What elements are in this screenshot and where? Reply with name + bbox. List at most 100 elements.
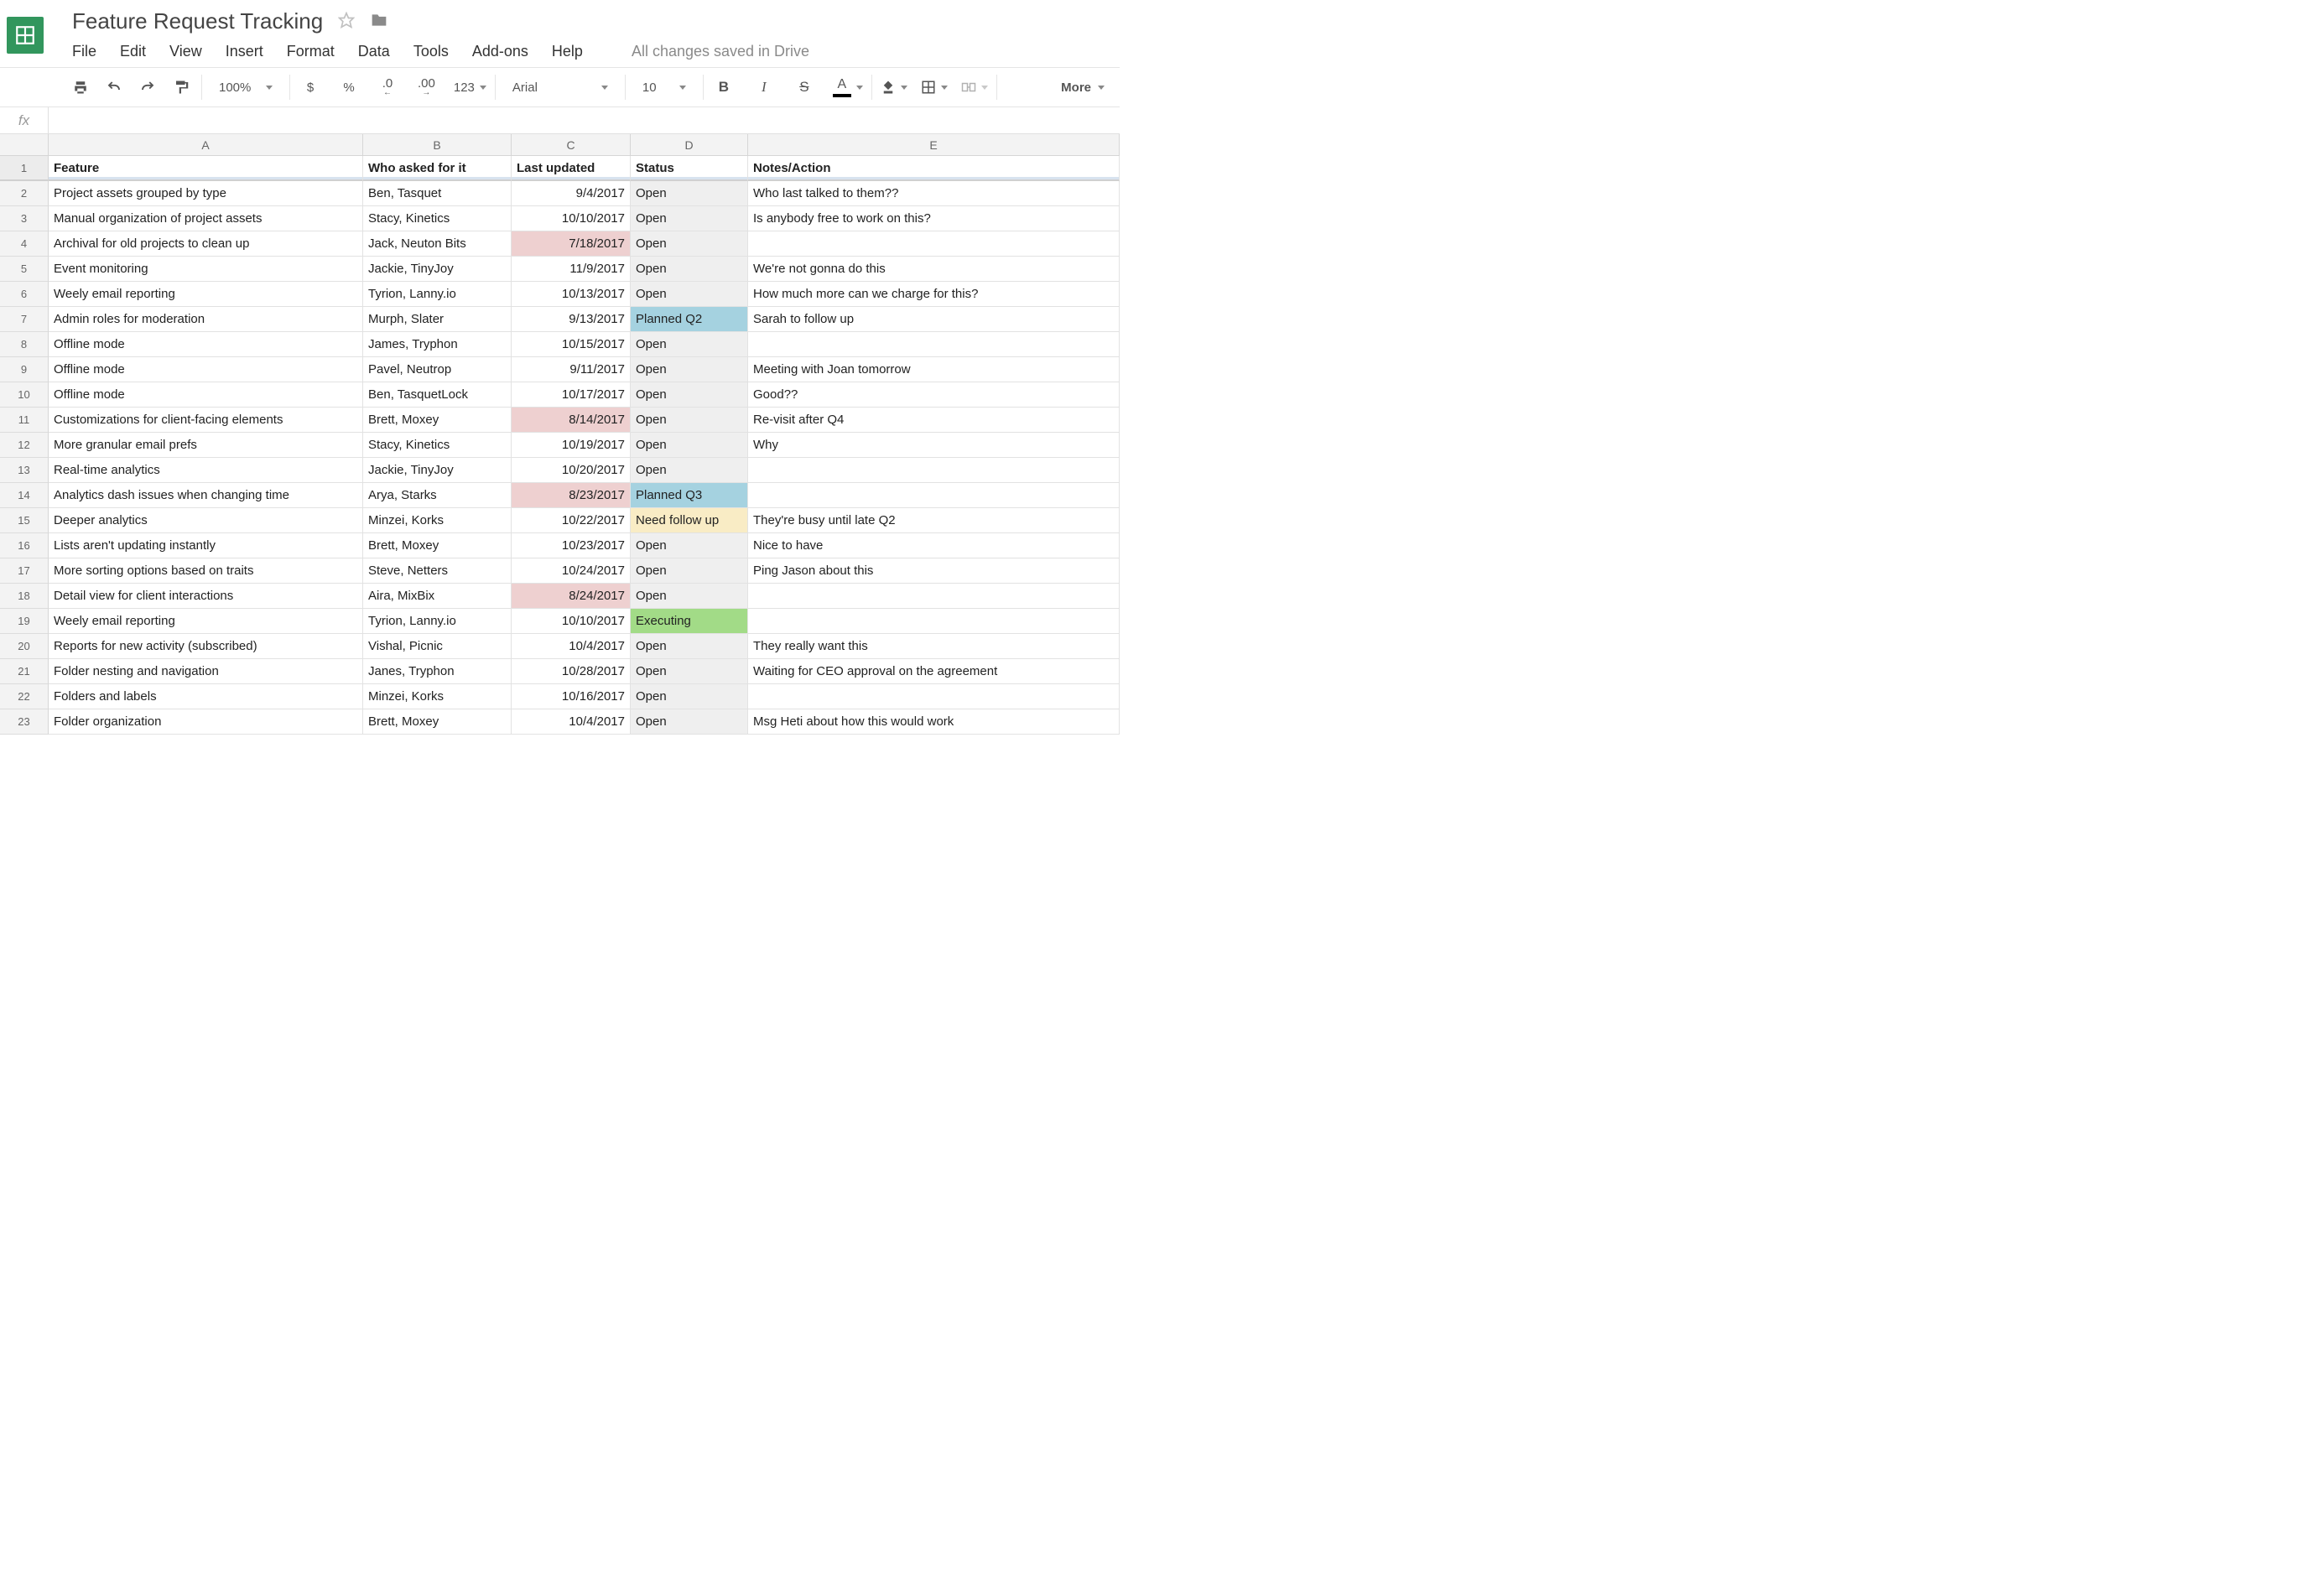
row-header[interactable]: 11 — [0, 408, 49, 433]
row-header[interactable]: 2 — [0, 181, 49, 206]
row-header[interactable]: 23 — [0, 709, 49, 735]
cell[interactable]: Deeper analytics — [49, 508, 363, 533]
row-header[interactable]: 10 — [0, 382, 49, 408]
cell[interactable]: James, Tryphon — [363, 332, 512, 357]
menu-file[interactable]: File — [72, 43, 96, 60]
cell[interactable]: Folder organization — [49, 709, 363, 735]
cell[interactable]: Msg Heti about how this would work — [748, 709, 1120, 735]
col-header-a[interactable]: A — [49, 134, 363, 156]
select-all-corner[interactable] — [0, 134, 49, 156]
cell[interactable] — [748, 332, 1120, 357]
cell[interactable]: Sarah to follow up — [748, 307, 1120, 332]
cell[interactable]: Nice to have — [748, 533, 1120, 558]
sheets-logo[interactable] — [0, 5, 50, 65]
cell[interactable]: Brett, Moxey — [363, 533, 512, 558]
font-select[interactable]: Arial — [504, 75, 616, 100]
number-format-button[interactable]: 123 — [454, 81, 486, 95]
strike-button[interactable]: S — [793, 75, 816, 100]
cell[interactable]: Open — [631, 382, 748, 408]
cell[interactable]: Janes, Tryphon — [363, 659, 512, 684]
row-header[interactable]: 1 — [0, 156, 49, 181]
cell[interactable]: 10/17/2017 — [512, 382, 631, 408]
row-header[interactable]: 7 — [0, 307, 49, 332]
cell[interactable]: 9/13/2017 — [512, 307, 631, 332]
cell[interactable]: Lists aren't updating instantly — [49, 533, 363, 558]
col-header-d[interactable]: D — [631, 134, 748, 156]
doc-title[interactable]: Feature Request Tracking — [50, 8, 323, 34]
cell[interactable]: Event monitoring — [49, 257, 363, 282]
cell[interactable]: More granular email prefs — [49, 433, 363, 458]
row-header[interactable]: 22 — [0, 684, 49, 709]
cell[interactable]: 10/15/2017 — [512, 332, 631, 357]
redo-icon[interactable] — [136, 75, 159, 100]
row-header[interactable]: 9 — [0, 357, 49, 382]
cell[interactable]: How much more can we charge for this? — [748, 282, 1120, 307]
star-icon[interactable] — [338, 12, 355, 31]
cell[interactable]: Offline mode — [49, 332, 363, 357]
cell[interactable]: Open — [631, 357, 748, 382]
cell[interactable]: Need follow up — [631, 508, 748, 533]
text-color-button[interactable]: A — [833, 77, 863, 97]
cell[interactable]: Ben, TasquetLock — [363, 382, 512, 408]
cell[interactable]: Why — [748, 433, 1120, 458]
menu-tools[interactable]: Tools — [413, 43, 449, 60]
cell[interactable] — [748, 231, 1120, 257]
cell[interactable]: Last updated — [512, 156, 631, 181]
row-header[interactable]: 20 — [0, 634, 49, 659]
cell[interactable]: Planned Q3 — [631, 483, 748, 508]
cell[interactable] — [748, 458, 1120, 483]
print-icon[interactable] — [69, 75, 92, 100]
row-header[interactable]: 13 — [0, 458, 49, 483]
cell[interactable]: Ben, Tasquet — [363, 181, 512, 206]
cell[interactable]: Archival for old projects to clean up — [49, 231, 363, 257]
cell[interactable]: Aira, MixBix — [363, 584, 512, 609]
cell[interactable]: Offline mode — [49, 357, 363, 382]
cell[interactable]: Open — [631, 206, 748, 231]
row-header[interactable]: 8 — [0, 332, 49, 357]
cell[interactable]: Jackie, TinyJoy — [363, 257, 512, 282]
cell[interactable]: Minzei, Korks — [363, 684, 512, 709]
cell[interactable]: Executing — [631, 609, 748, 634]
cell[interactable]: 10/16/2017 — [512, 684, 631, 709]
cell[interactable]: Arya, Starks — [363, 483, 512, 508]
cell[interactable]: Status — [631, 156, 748, 181]
fill-color-button[interactable] — [881, 80, 907, 95]
formula-input[interactable] — [49, 107, 1120, 133]
cell[interactable]: Steve, Netters — [363, 558, 512, 584]
row-header[interactable]: 21 — [0, 659, 49, 684]
format-currency-button[interactable]: $ — [299, 75, 322, 100]
cell[interactable]: Re-visit after Q4 — [748, 408, 1120, 433]
cell[interactable]: Open — [631, 634, 748, 659]
col-header-c[interactable]: C — [512, 134, 631, 156]
menu-data[interactable]: Data — [358, 43, 390, 60]
cell[interactable]: 10/28/2017 — [512, 659, 631, 684]
cell[interactable]: Open — [631, 533, 748, 558]
cell[interactable]: We're not gonna do this — [748, 257, 1120, 282]
paint-format-icon[interactable] — [169, 75, 193, 100]
cell[interactable]: 10/4/2017 — [512, 709, 631, 735]
cell[interactable]: Notes/Action — [748, 156, 1120, 181]
row-header[interactable]: 19 — [0, 609, 49, 634]
col-header-b[interactable]: B — [363, 134, 512, 156]
cell[interactable]: 8/14/2017 — [512, 408, 631, 433]
row-header[interactable]: 15 — [0, 508, 49, 533]
cell[interactable]: 9/11/2017 — [512, 357, 631, 382]
cell[interactable]: Open — [631, 231, 748, 257]
cell[interactable]: Open — [631, 684, 748, 709]
cell[interactable]: Who last talked to them?? — [748, 181, 1120, 206]
cell[interactable]: Planned Q2 — [631, 307, 748, 332]
menu-edit[interactable]: Edit — [120, 43, 146, 60]
cell[interactable]: They really want this — [748, 634, 1120, 659]
undo-icon[interactable] — [102, 75, 126, 100]
cell[interactable] — [748, 584, 1120, 609]
cell[interactable] — [748, 684, 1120, 709]
borders-button[interactable] — [921, 80, 948, 95]
cell[interactable]: Open — [631, 332, 748, 357]
cell[interactable]: 10/10/2017 — [512, 609, 631, 634]
menu-insert[interactable]: Insert — [226, 43, 263, 60]
row-header[interactable]: 6 — [0, 282, 49, 307]
cell[interactable]: Folders and labels — [49, 684, 363, 709]
cell[interactable]: Vishal, Picnic — [363, 634, 512, 659]
cell[interactable]: Brett, Moxey — [363, 709, 512, 735]
cell[interactable]: 10/20/2017 — [512, 458, 631, 483]
